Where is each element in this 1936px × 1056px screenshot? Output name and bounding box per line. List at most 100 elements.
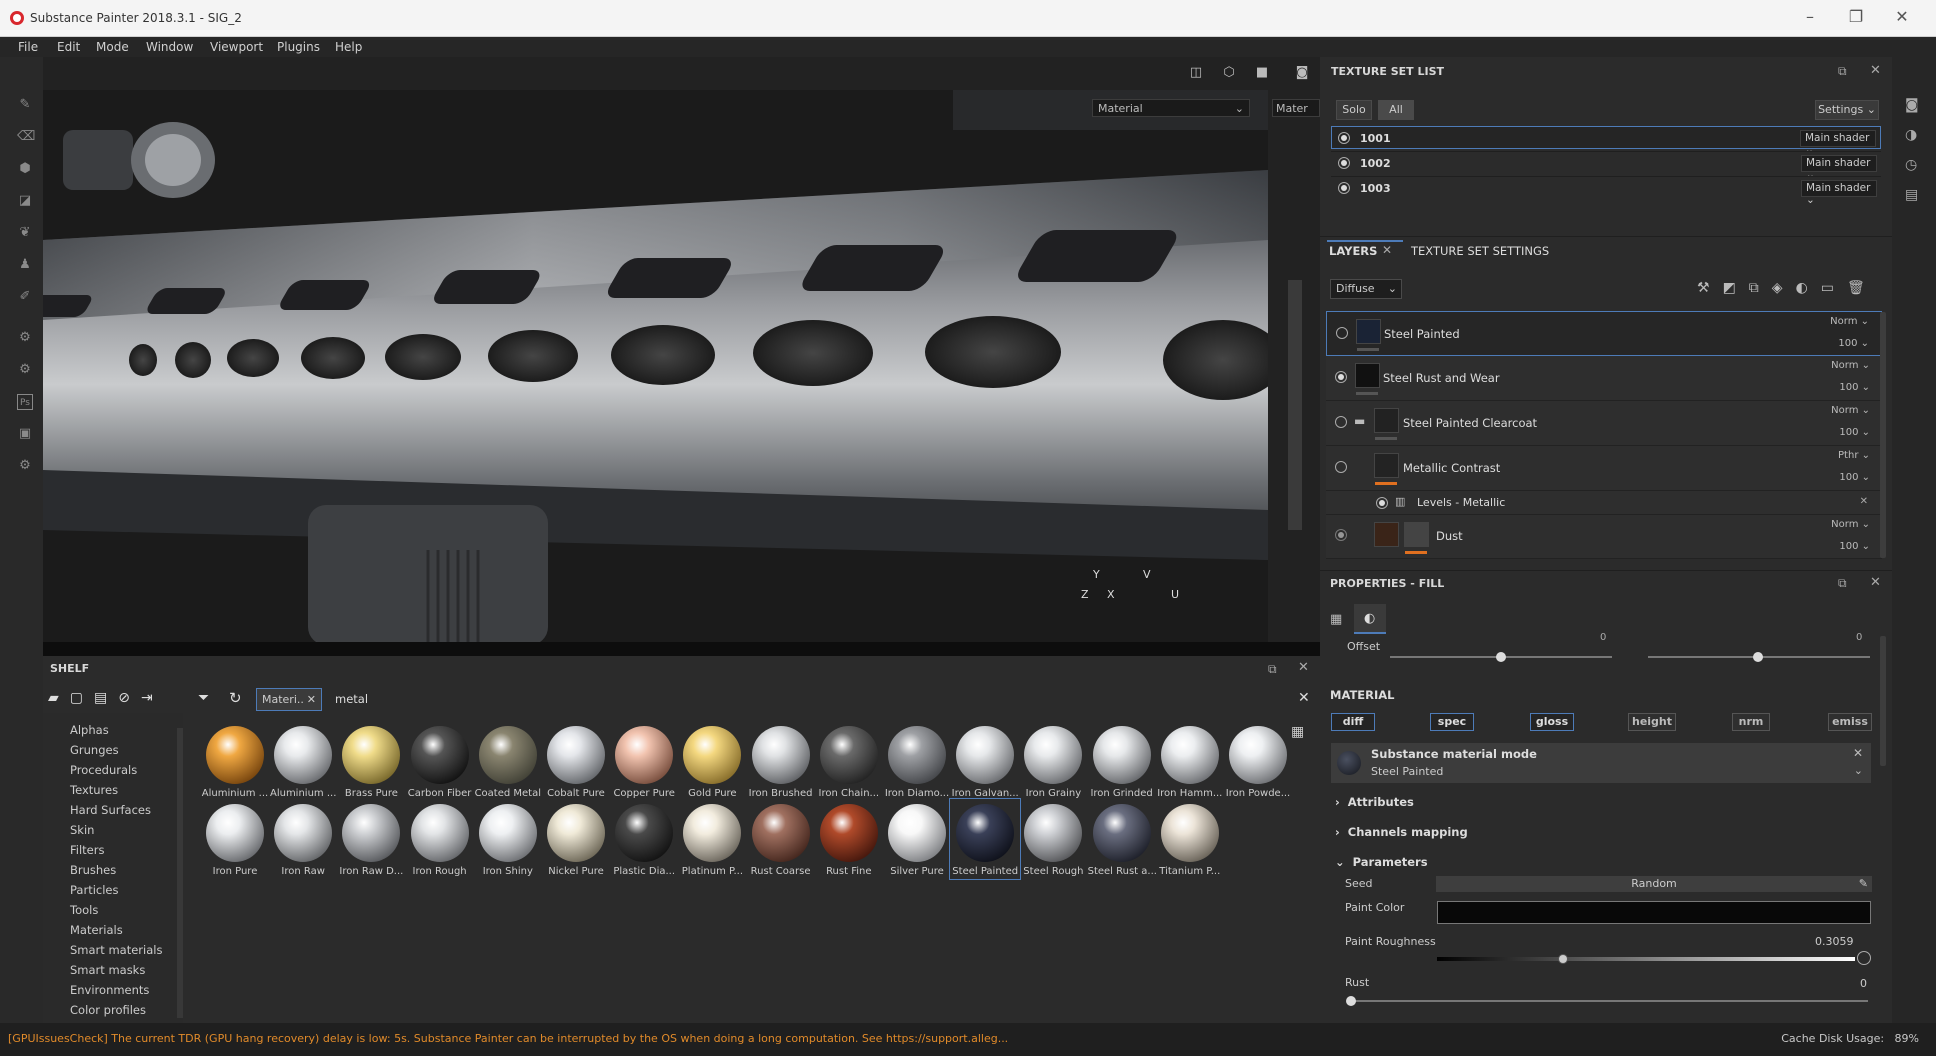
add-folder-icon[interactable]: ▭ — [1821, 280, 1847, 296]
float-panel-icon[interactable]: ⧉ — [1838, 576, 1847, 591]
layer-item[interactable]: Steel Painted Norm ⌄ 100 ⌄ — [1326, 311, 1882, 356]
material-thumbnail[interactable] — [1024, 804, 1083, 862]
layer-visibility-toggle[interactable] — [1335, 416, 1347, 428]
layer-blend-mode[interactable]: Norm ⌄ — [1831, 519, 1870, 530]
geometry-mask-icon[interactable]: ◪ — [17, 193, 33, 209]
new-icon[interactable]: ▢ — [70, 690, 94, 706]
material-thumbnail[interactable] — [478, 726, 537, 784]
layer-blend-mode[interactable]: Norm ⌄ — [1830, 316, 1869, 327]
camera-icon[interactable]: ■ — [1253, 65, 1271, 81]
history-icon[interactable]: ◷ — [1905, 157, 1917, 173]
material-tab[interactable]: ◐ — [1354, 604, 1386, 634]
grid-view-icon[interactable]: ▦ — [1291, 724, 1304, 740]
delete-layer-icon[interactable]: 🗑 — [1847, 280, 1878, 296]
shelf-category-item[interactable]: Materials — [70, 923, 123, 937]
shader-select[interactable]: Main shader ⌄ — [1801, 180, 1877, 206]
menu-mode[interactable]: Mode — [96, 40, 129, 54]
layer-opacity[interactable]: 100 ⌄ — [1839, 382, 1870, 393]
rust-slider[interactable] — [1350, 1000, 1868, 1002]
material-thumbnail[interactable] — [274, 726, 333, 784]
add-mask-icon[interactable]: ◩ — [1723, 280, 1749, 296]
remove-filter-icon[interactable]: ✕ — [307, 693, 316, 706]
properties-scrollbar[interactable] — [1880, 636, 1886, 766]
material-thumbnail[interactable] — [342, 804, 401, 862]
layer-visibility-toggle[interactable] — [1335, 371, 1347, 383]
material-thumbnail[interactable] — [206, 726, 264, 784]
material-thumbnail[interactable] — [956, 726, 1015, 784]
projection-icon[interactable]: ⬢ — [17, 161, 33, 177]
categories-scrollbar[interactable] — [177, 728, 183, 1018]
shelf-category-item[interactable]: Procedurals — [70, 763, 137, 777]
close-panel-icon[interactable]: ✕ — [1298, 660, 1309, 675]
folder-icon[interactable]: ▰ — [48, 690, 70, 706]
shelf-category-item[interactable]: Particles — [70, 883, 118, 897]
material-thumbnail[interactable] — [888, 804, 946, 862]
symmetry-icon[interactable]: ◫ — [1187, 65, 1205, 81]
material-thumbnail[interactable] — [1092, 804, 1151, 862]
clear-material-icon[interactable]: ✕ — [1853, 746, 1863, 760]
layer-blend-mode[interactable]: Norm ⌄ — [1831, 360, 1870, 371]
texture-set-row[interactable]: 1003 Main shader ⌄ — [1331, 176, 1881, 206]
visibility-radio[interactable] — [1338, 132, 1350, 144]
layer-visibility-toggle[interactable] — [1335, 461, 1347, 473]
maximize-icon[interactable]: ❐ — [1846, 8, 1866, 26]
close-icon[interactable]: ✕ — [1892, 8, 1912, 26]
bake-icon[interactable]: ⚙ — [17, 330, 33, 346]
clone-icon[interactable]: ♟ — [17, 257, 33, 273]
attributes-section[interactable]: › Attributes — [1335, 795, 1414, 809]
shelf-search-input[interactable]: metal — [330, 688, 1308, 711]
shelf-category-item[interactable]: Alphas — [70, 723, 109, 737]
texture-set-settings-button[interactable]: Settings ⌄ — [1815, 100, 1879, 120]
paint-brush-icon[interactable]: ✎ — [17, 97, 33, 113]
shelf-category-item[interactable]: Skin — [70, 823, 94, 837]
material-thumbnail[interactable] — [819, 804, 878, 862]
menu-window[interactable]: Window — [146, 40, 193, 54]
2d-view-select[interactable]: Mater — [1272, 99, 1320, 117]
color-picker-icon[interactable]: ✐ — [17, 289, 33, 305]
material-thumbnail[interactable] — [1160, 804, 1219, 862]
remove-effect-icon[interactable]: ✕ — [1860, 496, 1868, 507]
eyedropper-icon[interactable] — [1857, 951, 1871, 965]
substance-material-mode-box[interactable]: Substance material mode Steel Painted ✕ … — [1331, 743, 1871, 783]
material-thumbnail[interactable] — [410, 804, 469, 862]
material-thumbnail[interactable] — [206, 804, 264, 862]
layer-effect[interactable]: ▥ Levels - Metallic ✕ — [1326, 491, 1882, 515]
photoshop-icon[interactable]: Ps — [17, 394, 33, 410]
close-tab-icon[interactable]: ✕ — [1382, 243, 1392, 257]
material-thumbnail[interactable] — [1092, 726, 1151, 784]
shelf-category-item[interactable]: Smart materials — [70, 943, 162, 957]
paint-roughness-slider[interactable] — [1437, 957, 1855, 961]
channel-toggle-gloss[interactable]: gloss — [1530, 713, 1574, 731]
material-thumbnail[interactable] — [819, 726, 878, 784]
3d-viewport[interactable]: Material ⌄ Y Z X V U — [43, 90, 1268, 642]
menu-edit[interactable]: Edit — [57, 40, 80, 54]
layer-opacity[interactable]: 100 ⌄ — [1839, 427, 1870, 438]
effect-visibility-toggle[interactable] — [1376, 497, 1388, 509]
material-thumbnail[interactable] — [274, 804, 333, 862]
screenshot-icon[interactable]: ◙ — [1293, 65, 1311, 81]
export-icon[interactable]: ▣ — [17, 426, 33, 442]
shelf-category-item[interactable]: Filters — [70, 843, 104, 857]
iray-icon[interactable]: ⚙ — [17, 362, 33, 378]
minimize-icon[interactable]: – — [1800, 8, 1820, 26]
clear-search-icon[interactable]: ✕ — [1298, 690, 1310, 706]
visibility-radio[interactable] — [1338, 157, 1350, 169]
layer-opacity[interactable]: 100 ⌄ — [1838, 338, 1869, 349]
2d-viewport[interactable]: Mater — [1268, 90, 1320, 642]
material-thumbnail[interactable] — [410, 726, 469, 784]
display-settings-icon[interactable]: ◑ — [1905, 127, 1917, 143]
layer-visibility-toggle[interactable] — [1335, 529, 1347, 541]
chevron-down-icon[interactable]: ⌄ — [1854, 764, 1863, 777]
import-icon[interactable]: ⇥ — [141, 690, 164, 706]
filter-icon[interactable]: ⏷ — [198, 690, 209, 706]
material-thumbnail[interactable] — [342, 726, 401, 784]
material-thumbnail[interactable] — [615, 804, 674, 862]
material-thumbnail[interactable] — [956, 804, 1015, 862]
eraser-icon[interactable]: ⌫ — [17, 129, 35, 145]
layers-scrollbar[interactable] — [1880, 312, 1886, 558]
channel-toggle-nrm[interactable]: nrm — [1732, 713, 1770, 731]
material-thumbnail[interactable] — [683, 726, 742, 784]
shelf-category-item[interactable]: Brushes — [70, 863, 116, 877]
channel-toggle-diff[interactable]: diff — [1331, 713, 1375, 731]
channel-toggle-spec[interactable]: spec — [1430, 713, 1474, 731]
